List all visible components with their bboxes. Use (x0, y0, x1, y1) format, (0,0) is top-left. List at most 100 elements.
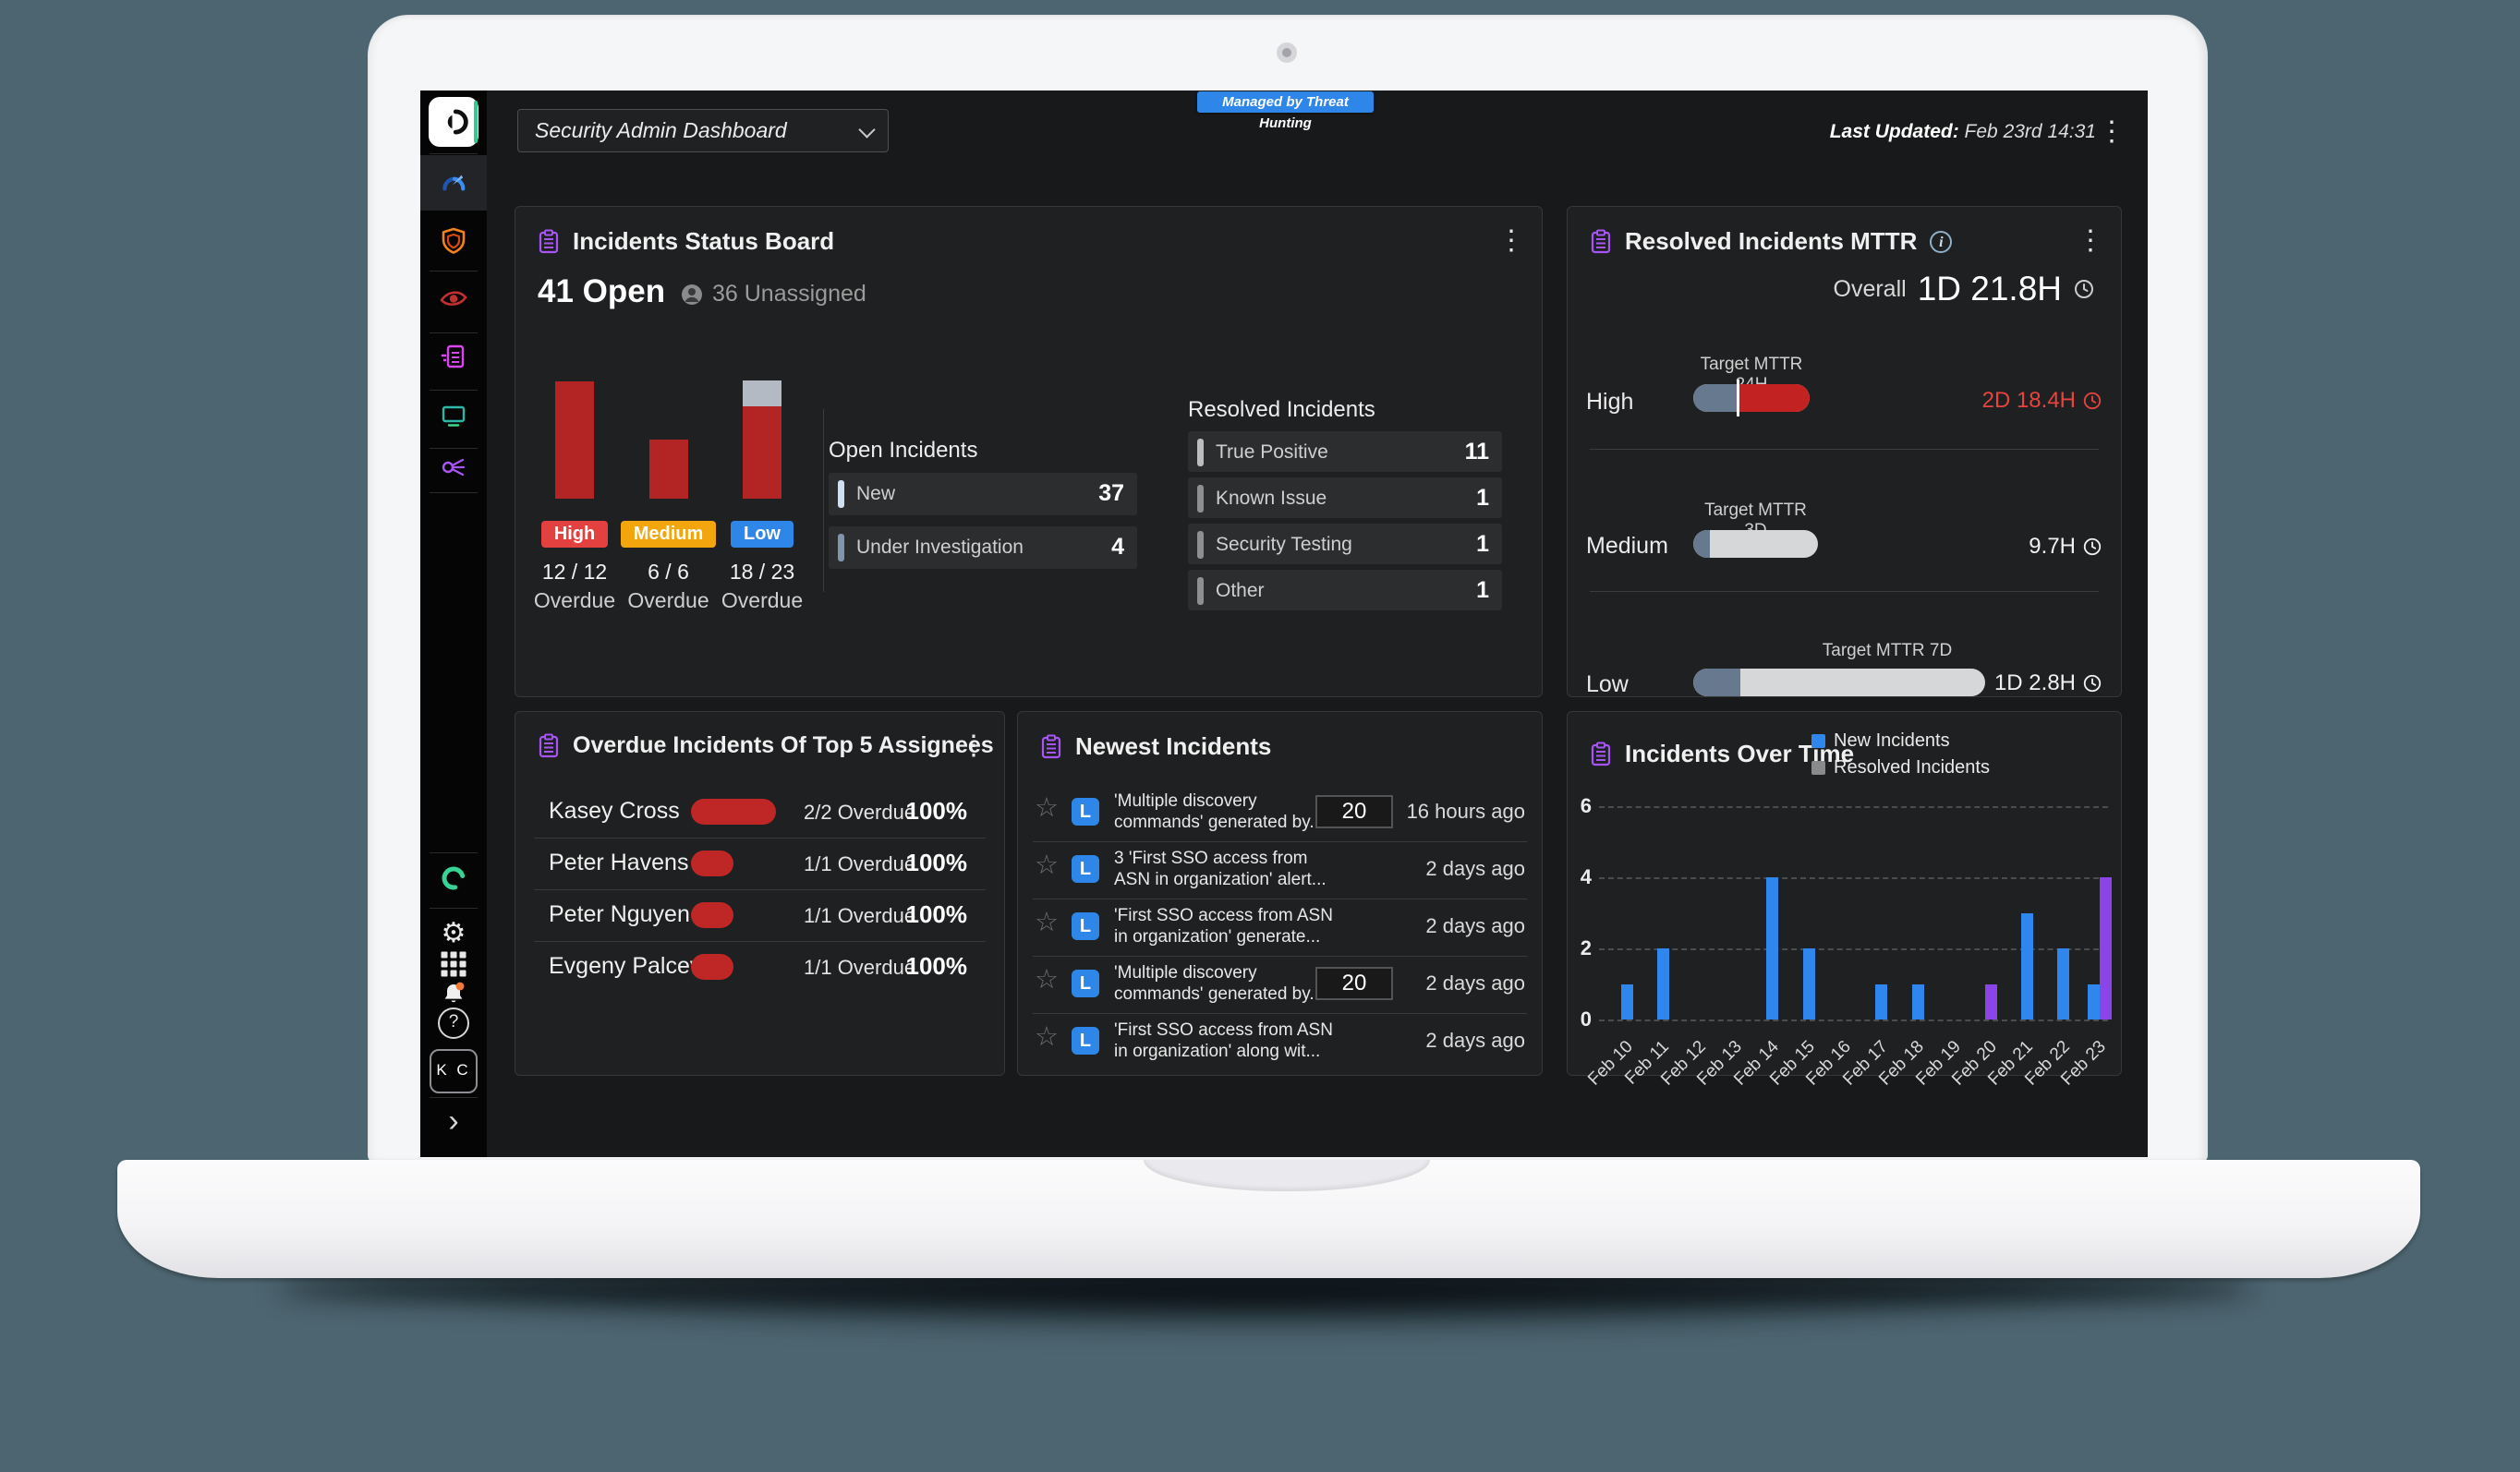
panel-kebab-menu[interactable]: ⋮ (2077, 227, 2104, 255)
sidebar-divider (430, 448, 478, 449)
priority-column-medium: Medium6 / 6Overdue (623, 267, 715, 613)
chart-bar-new (1657, 948, 1669, 1020)
mttr-actual-segment (1693, 530, 1710, 558)
panel-kebab-menu[interactable]: ⋮ (960, 732, 987, 760)
overdue-assignees-panel: Overdue Incidents Of Top 5 Assignees ⋮ K… (515, 711, 1005, 1076)
incident-age: 16 hours ago (1407, 800, 1525, 824)
incident-row[interactable]: ☆ L 'First SSO access from ASNin organiz… (1018, 1013, 1542, 1070)
y-axis-tick: 6 (1568, 794, 1592, 818)
cortex-logo-icon[interactable] (429, 97, 479, 147)
eye-icon[interactable] (439, 286, 468, 310)
incident-title[interactable]: 'First SSO access from ASNin organizatio… (1114, 1020, 1333, 1062)
star-icon[interactable]: ☆ (1035, 967, 1059, 994)
incident-title[interactable]: 'Multiple discoverycommands' generated b… (1114, 962, 1324, 1005)
network-share-icon[interactable] (440, 453, 467, 481)
assignee-row[interactable]: Peter Nguyen 1/1 Overdue 100% (515, 889, 1004, 941)
row-accent (1197, 485, 1204, 513)
priority-count: 12 / 12 (542, 560, 607, 585)
assignee-name: Peter Nguyen (549, 901, 690, 928)
star-icon[interactable]: ☆ (1035, 852, 1059, 879)
board-icon (538, 229, 560, 255)
incident-row[interactable]: ☆ L 'Multiple discoverycommands' generat… (1018, 956, 1542, 1013)
assignee-row[interactable]: Evgeny Palcev 1/1 Overdue 100% (515, 941, 1004, 993)
row-value: 11 (1465, 439, 1489, 465)
gridline (1599, 806, 2108, 808)
settings-gear-icon[interactable]: ⚙ (442, 920, 466, 947)
incident-row[interactable]: ☆ L 'First SSO access from ASNin organiz… (1018, 899, 1542, 956)
priority-overdue-label: Overdue (534, 588, 615, 613)
target-mttr-label-low: Target MTTR 7D (1789, 641, 1985, 661)
newest-incidents-panel: Newest Incidents ☆ L 'Multiple discovery… (1017, 711, 1543, 1076)
incident-age: 2 days ago (1425, 971, 1525, 995)
incident-title[interactable]: 'Multiple discoverycommands' generated b… (1114, 790, 1324, 833)
chart-bar-new (1912, 984, 1924, 1020)
global-kebab-menu[interactable]: ⋮ (2098, 118, 2126, 146)
overdue-bar (691, 954, 733, 980)
severity-l-badge: L (1072, 798, 1099, 826)
panel-header: Resolved Incidents MTTR i (1590, 227, 1952, 256)
severity-l-badge: L (1072, 970, 1099, 997)
chart-bar-new (1766, 877, 1778, 1020)
shield-icon[interactable] (440, 226, 467, 256)
incident-row[interactable]: ☆ L 'Multiple discoverycommands' generat… (1018, 784, 1542, 841)
incident-age: 2 days ago (1425, 1029, 1525, 1053)
star-icon[interactable]: ☆ (1035, 795, 1059, 822)
notifications-bell-icon[interactable] (441, 981, 466, 1007)
dashboard-selector[interactable]: Security Admin Dashboard (517, 109, 889, 152)
chart-bar-resolved (1985, 984, 1997, 1020)
priority-column-high: High 12 / 12 Overdue (528, 267, 621, 613)
priority-badge: High (541, 521, 608, 548)
panel-title: Newest Incidents (1075, 732, 1271, 761)
incident-title[interactable]: 'First SSO access from ASNin organizatio… (1114, 905, 1333, 947)
assignee-name: Peter Havens (549, 850, 688, 876)
incident-row[interactable]: ☆ L 3 'First SSO access fromASN in organ… (1018, 841, 1542, 899)
chart-bar-new (1621, 984, 1633, 1020)
incident-title[interactable]: 3 'First SSO access fromASN in organizat… (1114, 848, 1327, 890)
info-icon[interactable]: i (1930, 231, 1952, 253)
row-accent (1197, 531, 1204, 559)
severity-label-high: High (1586, 389, 1633, 416)
resolved-incidents-title: Resolved Incidents (1188, 397, 1375, 423)
priority-bar (555, 381, 594, 499)
status-ring-icon[interactable] (439, 863, 468, 893)
overall-mttr: Overall 1D 21.8H (1834, 270, 2096, 308)
open-incident-row-new[interactable]: New 37 (829, 473, 1137, 515)
star-icon[interactable]: ☆ (1035, 910, 1059, 936)
assignee-row[interactable]: Kasey Cross 2/2 Overdue 100% (515, 786, 1004, 838)
row-label: True Positive (1216, 441, 1328, 464)
open-incident-row-under-investigation[interactable]: Under Investigation 4 (829, 526, 1137, 569)
chart-bar-resolved (2100, 877, 2112, 1020)
resolved-row-true-positive[interactable]: True Positive 11 (1188, 431, 1502, 472)
incident-age: 2 days ago (1425, 857, 1525, 881)
help-icon[interactable]: ? (438, 1007, 469, 1039)
row-accent (1197, 439, 1204, 466)
chart-bar-new (1875, 984, 1887, 1020)
overdue-text: 1/1 Overdue (804, 852, 915, 876)
sidebar-expand-chevron-icon[interactable]: › (448, 1105, 458, 1137)
last-updated-label: Last Updated: (1830, 121, 1959, 142)
resolved-row-security-testing[interactable]: Security Testing 1 (1188, 524, 1502, 564)
clock-icon (2082, 537, 2102, 557)
clock-icon (2073, 278, 2095, 300)
apps-grid-icon[interactable] (442, 952, 466, 977)
row-label: New (856, 483, 895, 505)
panel-kebab-menu[interactable]: ⋮ (1497, 227, 1525, 255)
user-avatar[interactable]: K C (430, 1049, 478, 1093)
laptop-mockup-stage: ⚙ ? K C › Security Admin Dashboar (0, 0, 2520, 1472)
severity-label-low: Low (1586, 671, 1629, 698)
resolved-row-known-issue[interactable]: Known Issue 1 (1188, 477, 1502, 518)
report-icon[interactable] (440, 343, 467, 370)
incidents-over-time-panel: Incidents Over Time New Incidents Resolv… (1567, 711, 2122, 1076)
star-icon[interactable]: ☆ (1035, 1024, 1059, 1051)
overdue-text: 1/1 Overdue (804, 956, 915, 980)
assignee-row[interactable]: Peter Havens 1/1 Overdue 100% (515, 838, 1004, 889)
priority-count: 18 / 23 (730, 560, 794, 585)
resolved-row-other[interactable]: Other 1 (1188, 570, 1502, 610)
overdue-bar (691, 851, 733, 876)
mttr-target-tick (1737, 380, 1739, 416)
monitor-icon[interactable] (440, 402, 467, 429)
severity-l-badge: L (1072, 912, 1099, 940)
dashboard-gauge-icon[interactable] (439, 168, 468, 198)
mttr-overflow-segment (1737, 384, 1810, 412)
priority-badge: Low (731, 521, 794, 548)
